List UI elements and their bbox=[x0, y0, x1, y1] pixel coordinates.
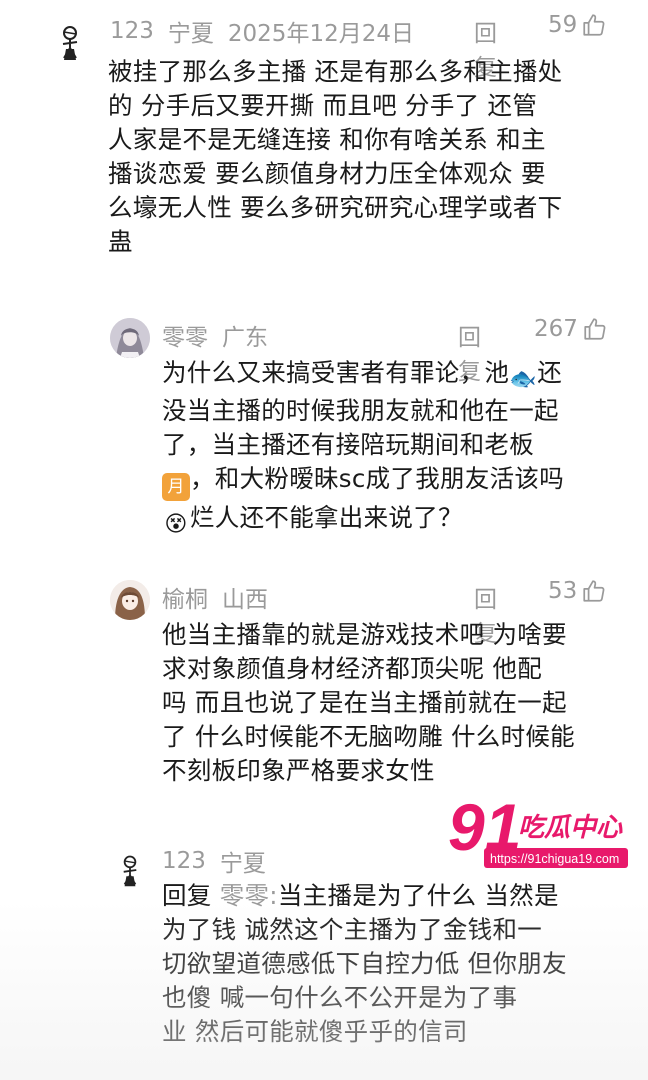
like-button[interactable]: 267 bbox=[534, 316, 608, 342]
avatar[interactable] bbox=[50, 22, 90, 62]
stick-figure-avatar-icon bbox=[62, 26, 78, 60]
location: 宁夏 bbox=[167, 21, 214, 47]
comment-text: 回复 零零:当主播是为了什么 当然是 为了钱 诚然这个主播为了金钱和一 切欲望道… bbox=[162, 879, 567, 1049]
watermark-url: https://91chigua19.com bbox=[490, 852, 619, 866]
comment-line: 业 然后可能就傻乎乎的信司 bbox=[162, 1017, 468, 1046]
comment-line: 吗 而且也说了是在当主播前就在一起 bbox=[162, 688, 567, 717]
username[interactable]: 榆桐 bbox=[162, 580, 208, 614]
comment-line: ，和大粉暧昧sc成了我朋友活该吗 bbox=[190, 464, 565, 493]
comment-line: 切欲望道德感低下自控力低 但你朋友 bbox=[162, 949, 567, 978]
dizzy-face-emoji-icon: 😵 bbox=[164, 512, 188, 537]
comment-line: 不刻板印象严格要求女性 bbox=[162, 756, 435, 785]
thumbs-up-icon bbox=[583, 580, 605, 602]
comment-line: 还 bbox=[537, 358, 563, 387]
comment-line: 当主播是为了什么 当然是 bbox=[277, 881, 559, 910]
reply-target-user[interactable]: 零零: bbox=[220, 881, 278, 910]
username[interactable]: 123 bbox=[110, 18, 154, 44]
reply-prefix: 回复 bbox=[162, 881, 212, 910]
like-button[interactable]: 59 bbox=[548, 12, 607, 38]
comment-line: 了 什么时候能不无脑吻雕 什么时候能 bbox=[162, 722, 575, 751]
comment-line: 的 分手后又要开撕 而且吧 分手了 还管 bbox=[108, 91, 538, 120]
moon-emoji-icon: 月 bbox=[162, 473, 190, 501]
location: 广东 bbox=[222, 325, 268, 351]
avatar[interactable] bbox=[110, 318, 150, 358]
thumbs-up-icon bbox=[584, 318, 606, 340]
like-button[interactable]: 53 bbox=[548, 578, 607, 604]
avatar[interactable] bbox=[112, 852, 148, 888]
stick-figure-avatar-icon bbox=[123, 855, 137, 887]
brown-hair-girl-avatar-icon bbox=[110, 580, 150, 620]
username[interactable]: 零零 bbox=[162, 318, 208, 352]
comment-line: 人家是不是无缝连接 和你有啥关系 和主 bbox=[108, 125, 546, 154]
comment-line: 播谈恋爱 要么颜值身材力压全体观众 要 bbox=[108, 159, 546, 188]
comment-line: 烂人还不能拿出来说了？ bbox=[190, 503, 463, 532]
comment-line: 了，当主播还有接陪玩期间和老板 bbox=[162, 430, 534, 459]
anime-girl-avatar-icon bbox=[110, 318, 150, 358]
comment-line: 也傻 喊一句什么不公开是为了事 bbox=[162, 983, 518, 1012]
comment-text: 为什么又来搞受害者有罪论，池🐟还 没当主播的时候我朋友就和他在一起 了，当主播还… bbox=[162, 356, 564, 539]
date: 2025年12月24日 bbox=[227, 21, 414, 47]
comment-text: 被挂了那么多主播 还是有那么多和主播处 的 分手后又要开撕 而且吧 分手了 还管… bbox=[108, 55, 563, 259]
comment-line: 被挂了那么多主播 还是有那么多和主播处 bbox=[108, 57, 563, 86]
watermark-title: 吃瓜中心 bbox=[518, 813, 623, 843]
fish-emoji-icon: 🐟 bbox=[509, 367, 538, 392]
comment-line: 他当主播靠的就是游戏技术吧 为啥要 bbox=[162, 620, 567, 649]
comment-line: 么壕无人性 要么多研究研究心理学或者下 bbox=[108, 193, 563, 222]
avatar[interactable] bbox=[110, 580, 150, 620]
watermark-logo: 91 吃瓜中心 https://91chigua19.com bbox=[447, 789, 630, 872]
comment-line: 为了钱 诚然这个主播为了金钱和一 bbox=[162, 915, 543, 944]
comment-text: 他当主播靠的就是游戏技术吧 为啥要 求对象颜值身材经济都顶尖呢 他配 吗 而且也… bbox=[162, 618, 575, 788]
like-count: 53 bbox=[548, 578, 578, 604]
like-count: 59 bbox=[548, 12, 578, 38]
like-count: 267 bbox=[534, 316, 578, 342]
username[interactable]: 123 bbox=[162, 848, 206, 874]
comment-line: 求对象颜值身材经济都顶尖呢 他配 bbox=[162, 654, 543, 683]
location: 宁夏 bbox=[219, 851, 266, 877]
comment-line: 没当主播的时候我朋友就和他在一起 bbox=[162, 396, 559, 425]
comment-line: 蛊 bbox=[108, 227, 133, 256]
thumbs-up-icon bbox=[583, 14, 605, 36]
location: 山西 bbox=[222, 587, 268, 613]
comment-line: 为什么又来搞受害者有罪论，池 bbox=[162, 358, 510, 387]
